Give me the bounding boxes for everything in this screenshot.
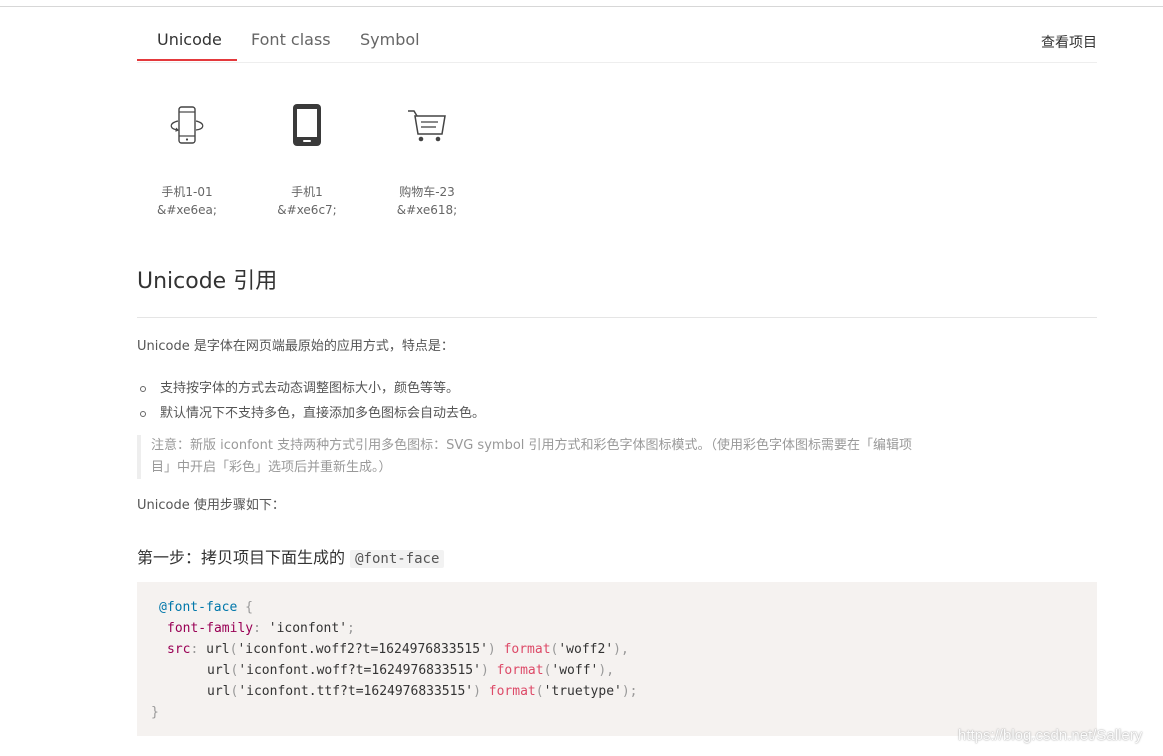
icon-name: 手机1: [291, 185, 323, 199]
icon-item: 购物车-23 &#xe618;: [377, 95, 477, 219]
active-tab-indicator: [137, 59, 237, 61]
code-block: @font-face { font-family: 'iconfont'; sr…: [137, 582, 1097, 736]
step-1-text: 第一步：拷贝项目下面生成的: [137, 548, 346, 567]
icon-code: &#xe618;: [396, 203, 458, 217]
icon-name: 购物车-23: [399, 185, 455, 199]
code-line: @font-face {: [159, 600, 253, 615]
icon-name: 手机1-01: [161, 185, 213, 199]
shopping-cart-icon: [377, 95, 477, 155]
list-item: 默认情况下不支持多色，直接添加多色图标会自动去色。: [140, 401, 485, 426]
section-title: Unicode 引用: [137, 269, 278, 294]
code-line: src: url('iconfont.woff2?t=1624976833515…: [167, 642, 629, 657]
steps-intro: Unicode 使用步骤如下：: [137, 498, 285, 513]
icon-item: 手机1 &#xe6c7;: [257, 95, 357, 219]
icon-item: 手机1-01 &#xe6ea;: [137, 95, 237, 219]
list-item-text: 支持按字体的方式去动态调整图标大小，颜色等等。: [160, 381, 460, 396]
intro-text: Unicode 是字体在网页端最原始的应用方式，特点是：: [137, 339, 454, 354]
tab-font-class[interactable]: Font class: [251, 30, 331, 50]
code-line: }: [151, 705, 159, 720]
mobile-phone-icon: [257, 95, 357, 155]
tab-symbol[interactable]: Symbol: [360, 30, 420, 50]
icon-code: &#xe6c7;: [277, 203, 337, 217]
list-item-text: 默认情况下不支持多色，直接添加多色图标会自动去色。: [160, 406, 486, 421]
icon-code: &#xe6ea;: [157, 203, 217, 217]
feature-list: 支持按字体的方式去动态调整图标大小，颜色等等。 默认情况下不支持多色，直接添加多…: [140, 376, 485, 426]
code-line: url('iconfont.woff?t=1624976833515') for…: [207, 663, 615, 678]
circle-bullet-icon: [140, 386, 146, 392]
circle-bullet-icon: [140, 411, 146, 417]
tab-bar: Unicode Font class Symbol 查看项目: [137, 22, 1097, 63]
note-blockquote: 注意：新版 iconfont 支持两种方式引用多色图标：SVG symbol 引…: [137, 435, 921, 479]
section-divider: [137, 317, 1097, 318]
step-1-title: 第一步：拷贝项目下面生成的 @font-face: [137, 546, 445, 571]
code-line: url('iconfont.ttf?t=1624976833515') form…: [207, 684, 638, 699]
view-project-link[interactable]: 查看项目: [1041, 32, 1097, 52]
phone-rotate-icon: [137, 95, 237, 155]
tab-unicode[interactable]: Unicode: [157, 30, 222, 50]
code-line: font-family: 'iconfont';: [167, 621, 355, 636]
watermark: https://blog.csdn.net/Sallery: [958, 727, 1143, 744]
list-item: 支持按字体的方式去动态调整图标大小，颜色等等。: [140, 376, 485, 401]
inline-code: @font-face: [350, 550, 445, 568]
top-divider: [0, 6, 1163, 7]
